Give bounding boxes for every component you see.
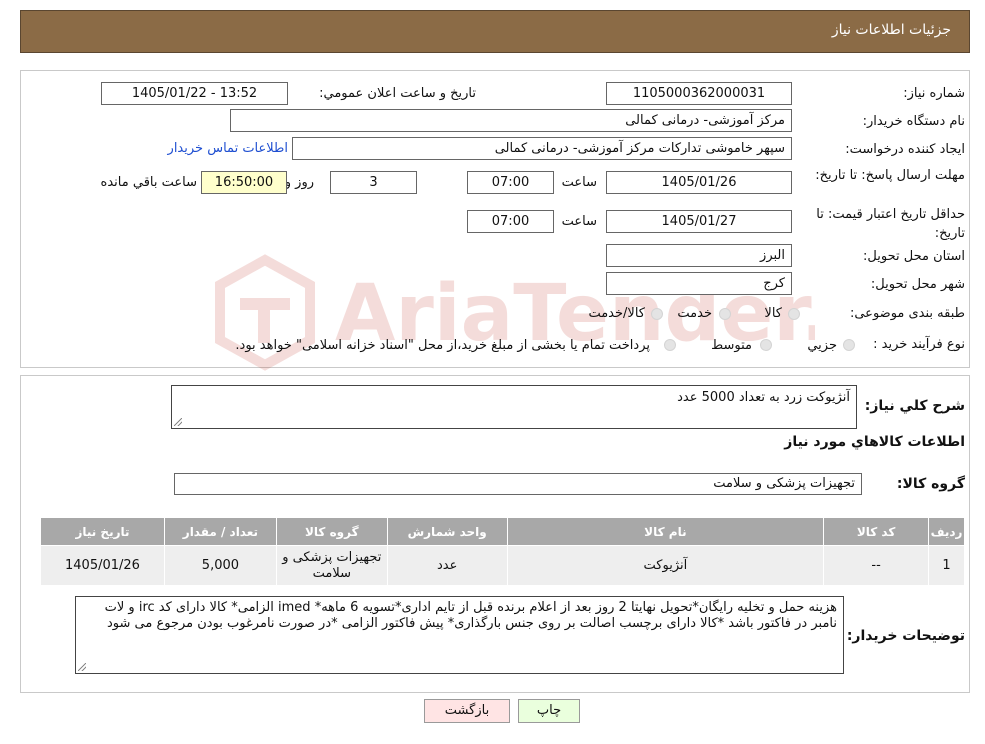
announce-datetime-field: 1405/01/22 - 13:52 xyxy=(101,82,288,105)
days-label: روز و xyxy=(284,175,314,190)
resize-handle-icon[interactable] xyxy=(78,663,86,671)
buyer-notes-field: هزینه حمل و تخلیه رایگان*تحویل نهایتا 2 … xyxy=(75,596,844,674)
category-option-service: خدمت xyxy=(677,306,712,321)
col-quantity: تعداد / مقدار xyxy=(163,517,277,546)
category-radio-service[interactable] xyxy=(719,308,731,320)
back-button[interactable]: بازگشت xyxy=(424,699,510,723)
category-radio-goods-service[interactable] xyxy=(651,308,663,320)
creator-label: ايجاد کننده درخواست: xyxy=(845,142,965,157)
col-row-number: رديف xyxy=(928,517,965,546)
validity-label: حداقل تاريخ اعتبار قيمت: تا تاريخ: xyxy=(816,207,965,241)
buyer-org-label: نام دستگاه خريدار: xyxy=(862,114,965,129)
cell-item-name: آنژیوکت xyxy=(506,545,825,586)
announce-label: تاریخ و ساعت اعلان عمومي: xyxy=(319,86,476,101)
cell-row-number: 1 xyxy=(928,545,965,586)
deadline-date-field: 1405/01/26 xyxy=(606,171,792,194)
buyer-notes-label: توضيحات خريدار: xyxy=(846,628,965,644)
cell-need-date: 1405/01/26 xyxy=(40,545,165,586)
cell-unit: عدد xyxy=(386,545,508,586)
col-need-date: تاريخ نياز xyxy=(40,517,165,546)
cell-quantity: 5,000 xyxy=(163,545,277,586)
category-option-goods: کالا xyxy=(764,306,782,321)
summary-label: شرح كلي نياز: xyxy=(864,398,965,414)
days-remaining-field: 3 xyxy=(330,171,417,194)
validity-time-label: ساعت xyxy=(561,214,597,229)
validity-time-field: 07:00 xyxy=(467,210,554,233)
process-label: نوع فرآيند خريد : xyxy=(873,337,965,352)
cell-item-code: -- xyxy=(823,545,930,586)
province-field: البرز xyxy=(606,244,792,267)
remaining-time-label: ساعت باقي مانده xyxy=(100,175,197,190)
process-radio-medium[interactable] xyxy=(760,339,772,351)
process-option-minor: جزيي xyxy=(807,338,837,353)
goods-group-label: گروه كالا: xyxy=(896,476,965,492)
buyer-notes-text: هزینه حمل و تخلیه رایگان*تحویل نهایتا 2 … xyxy=(104,600,837,631)
province-label: استان محل تحويل: xyxy=(863,249,965,264)
category-label: طبقه بندی موضوعی: xyxy=(849,306,965,321)
summary-field: آنژیوکت زرد به تعداد 5000 عدد xyxy=(171,385,857,429)
goods-group-field: تجهیزات پزشکی و سلامت xyxy=(174,473,862,495)
buyer-contact-link[interactable]: اطلاعات تماس خريدار xyxy=(168,141,288,156)
validity-date-field: 1405/01/27 xyxy=(606,210,792,233)
need-number-label: شماره نیاز: xyxy=(903,86,965,101)
deadline-time-field: 07:00 xyxy=(467,171,554,194)
resize-handle-icon[interactable] xyxy=(174,418,182,426)
table-header-row: رديف كد كالا نام كالا واحد شمارش گروه كا… xyxy=(40,517,965,546)
header-bar xyxy=(20,10,970,53)
col-unit: واحد شمارش xyxy=(386,517,508,546)
table-row: 1 -- آنژیوکت عدد تجهیزات پزشکی و سلامت 5… xyxy=(40,545,965,586)
cell-group: تجهیزات پزشکی و سلامت xyxy=(275,545,388,586)
col-item-code: كد كالا xyxy=(823,517,930,546)
col-item-name: نام كالا xyxy=(506,517,825,546)
process-option-medium: متوسط xyxy=(711,338,752,353)
goods-table: رديف كد كالا نام كالا واحد شمارش گروه كا… xyxy=(40,517,965,586)
print-button[interactable]: چاپ xyxy=(518,699,580,723)
remaining-time-field: 16:50:00 xyxy=(201,171,287,194)
treasury-payment-note: پرداخت تمام يا بخشی از مبلغ خريد،از محل … xyxy=(235,338,650,353)
buyer-org-field: مرکز آموزشی- درمانی کمالی xyxy=(230,109,792,132)
summary-text: آنژیوکت زرد به تعداد 5000 عدد xyxy=(677,390,850,405)
category-radio-goods[interactable] xyxy=(788,308,800,320)
col-group: گروه كالا xyxy=(275,517,388,546)
city-field: کرج xyxy=(606,272,792,295)
city-label: شهر محل تحويل: xyxy=(870,277,965,292)
treasury-payment-radio[interactable] xyxy=(664,339,676,351)
deadline-label: مهلت ارسال پاسخ: تا تاريخ: xyxy=(815,168,965,183)
need-number-field: 1105000362000031 xyxy=(606,82,792,105)
deadline-time-label: ساعت xyxy=(561,175,597,190)
category-option-goods-service: کالا/خدمت xyxy=(588,306,645,321)
creator-field: سپهر خاموشی تدارکات مرکز آموزشی- درمانی … xyxy=(292,137,792,160)
goods-section-title: اطلاعات كالاهاي مورد نياز xyxy=(784,434,965,450)
process-radio-minor[interactable] xyxy=(843,339,855,351)
page-title: جزئیات اطلاعات نیاز xyxy=(831,22,951,38)
